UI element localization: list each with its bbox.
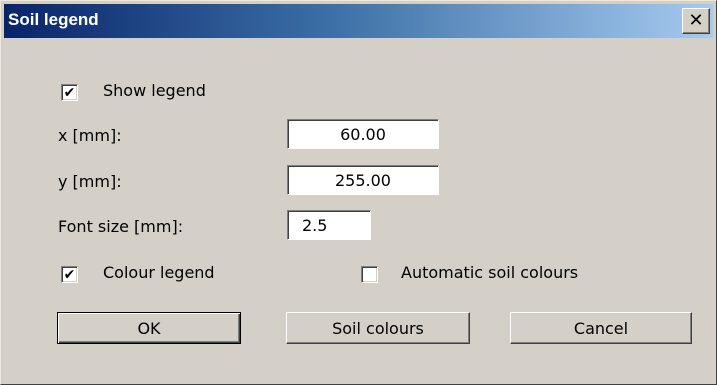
font-size-label: Font size [mm]: (58, 217, 184, 236)
x-value: 60.00 (340, 124, 386, 144)
title-bar[interactable]: Soil legend ✕ (4, 4, 713, 38)
cancel-button-label: Cancel (573, 318, 629, 338)
font-size-value: 2.5 (302, 215, 328, 235)
x-label: x [mm]: (58, 126, 122, 145)
checkmark-icon: ✔ (63, 266, 76, 283)
y-value: 255.00 (335, 170, 391, 190)
show-legend-checkbox[interactable]: ✔ (61, 84, 78, 101)
show-legend-label: Show legend (103, 81, 206, 100)
ok-button[interactable]: OK (57, 312, 241, 344)
colour-legend-checkbox[interactable]: ✔ (61, 266, 78, 283)
colour-legend-label: Colour legend (103, 263, 215, 282)
close-button[interactable]: ✕ (682, 8, 710, 34)
dialog-title: Soil legend (8, 10, 99, 29)
ok-button-label: OK (137, 318, 161, 338)
y-label: y [mm]: (58, 172, 122, 191)
close-icon: ✕ (688, 10, 704, 31)
font-size-input[interactable]: 2.5 (287, 210, 371, 240)
automatic-soil-colours-label: Automatic soil colours (401, 263, 579, 282)
cancel-button[interactable]: Cancel (510, 312, 692, 344)
checkmark-icon: ✔ (63, 84, 76, 101)
y-input[interactable]: 255.00 (287, 165, 439, 195)
automatic-soil-colours-checkbox[interactable] (361, 266, 378, 283)
soil-colours-button[interactable]: Soil colours (286, 312, 470, 344)
soil-colours-button-label: Soil colours (332, 318, 424, 338)
x-input[interactable]: 60.00 (287, 119, 439, 149)
soil-legend-dialog: Soil legend ✕ ✔ Show legend x [mm]: 60.0… (0, 0, 717, 385)
